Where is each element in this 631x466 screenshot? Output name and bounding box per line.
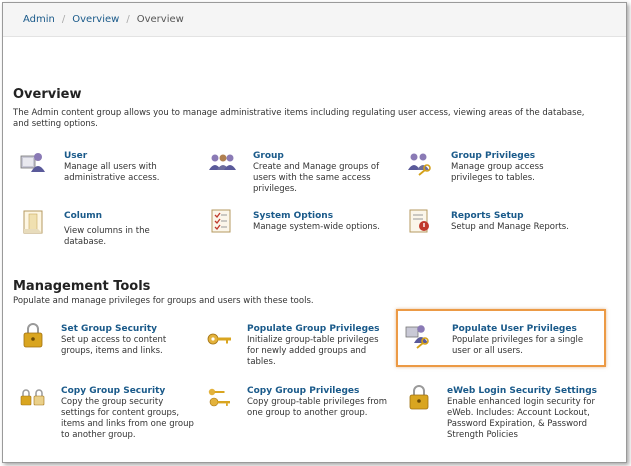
tool-populate-group-privileges: Populate Group Privileges Initialize gro… [205, 321, 395, 367]
column-link[interactable]: Column [64, 211, 102, 221]
column-description: View columns in the database. [64, 226, 150, 247]
copy-group-security-link[interactable]: Copy Group Security [61, 386, 165, 396]
copy-group-privileges-link[interactable]: Copy Group Privileges [247, 386, 359, 396]
set-group-security-link[interactable]: Set Group Security [61, 324, 157, 334]
group-privileges-icon [408, 153, 431, 176]
padlock-icon [409, 385, 429, 410]
admin-panel: Admin / Overview / Overview Overview The Adm… [2, 2, 627, 463]
eweb-login-security-link[interactable]: eWeb Login Security Settings [447, 386, 597, 396]
overview-item-column: Column View columns in the database. [19, 208, 199, 248]
overview-item-group-privileges: Group Privileges Manage group access pri… [406, 148, 596, 188]
copy-group-privileges-description: Copy group-table privileges from one gro… [247, 397, 388, 418]
group-description: Create and Manage groups of users with t… [253, 162, 380, 194]
user-key-icon [405, 325, 429, 349]
key-icon [207, 333, 231, 345]
reports-setup-description: Setup and Manage Reports. [451, 222, 569, 232]
user-description: Manage all users with administrative acc… [64, 162, 160, 183]
overview-item-group: Group Create and Manage groups of users … [208, 148, 388, 198]
tool-eweb-login-security: eWeb Login Security Settings Enable enha… [405, 383, 605, 443]
reports-setup-link[interactable]: Reports Setup [451, 211, 524, 221]
reports-icon [409, 209, 429, 233]
group-icon [209, 154, 236, 170]
populate-user-privileges-link[interactable]: Populate User Privileges [452, 324, 577, 334]
lock-icon [23, 323, 43, 348]
group-privileges-link[interactable]: Group Privileges [451, 151, 535, 161]
overview-description: The Admin content group allows you to ma… [13, 108, 585, 129]
overview-item-user: User Manage all users with administrativ… [19, 148, 199, 188]
copy-key-icon [208, 388, 230, 407]
overview-item-reports-setup: Reports Setup Setup and Manage Reports. [406, 208, 596, 238]
populate-group-privileges-link[interactable]: Populate Group Privileges [247, 324, 379, 334]
group-privileges-description: Manage group access privileges to tables… [451, 162, 544, 183]
tool-populate-user-privileges: Populate User Privileges Populate privil… [405, 321, 605, 361]
breadcrumb-current: Overview [136, 14, 184, 25]
breadcrumb: Admin / Overview / Overview [3, 3, 626, 37]
overview-title: Overview [13, 87, 82, 102]
overview-item-system-options: System Options Manage system-wide option… [208, 208, 388, 238]
group-link[interactable]: Group [253, 151, 284, 161]
breadcrumb-separator: / [126, 14, 130, 25]
populate-group-privileges-description: Initialize group-table privileges for ne… [247, 335, 379, 367]
breadcrumb-admin[interactable]: Admin [23, 14, 55, 25]
column-icon [23, 210, 43, 234]
set-group-security-description: Set up access to content groups, items a… [61, 335, 167, 356]
tool-copy-group-security: Copy Group Security Copy the group secur… [19, 383, 199, 443]
tool-set-group-security: Set Group Security Set up access to cont… [19, 321, 199, 361]
management-tools-title: Management Tools [13, 279, 151, 294]
breadcrumb-separator: / [61, 14, 66, 25]
system-options-link[interactable]: System Options [253, 211, 333, 221]
tool-copy-group-privileges: Copy Group Privileges Copy group-table p… [205, 383, 395, 423]
populate-user-privileges-description: Populate privileges for a single user or… [452, 335, 584, 356]
user-link[interactable]: User [64, 151, 87, 161]
copy-group-security-description: Copy the group security settings for con… [61, 397, 194, 440]
management-tools-description: Populate and manage privileges for group… [13, 296, 314, 306]
copy-lock-icon [20, 389, 45, 406]
user-icon [20, 153, 45, 172]
system-options-icon [211, 209, 231, 233]
eweb-login-security-description: Enable enhanced login security for eWeb.… [447, 397, 595, 440]
system-options-description: Manage system-wide options. [253, 222, 380, 232]
breadcrumb-overview[interactable]: Overview [72, 14, 119, 25]
